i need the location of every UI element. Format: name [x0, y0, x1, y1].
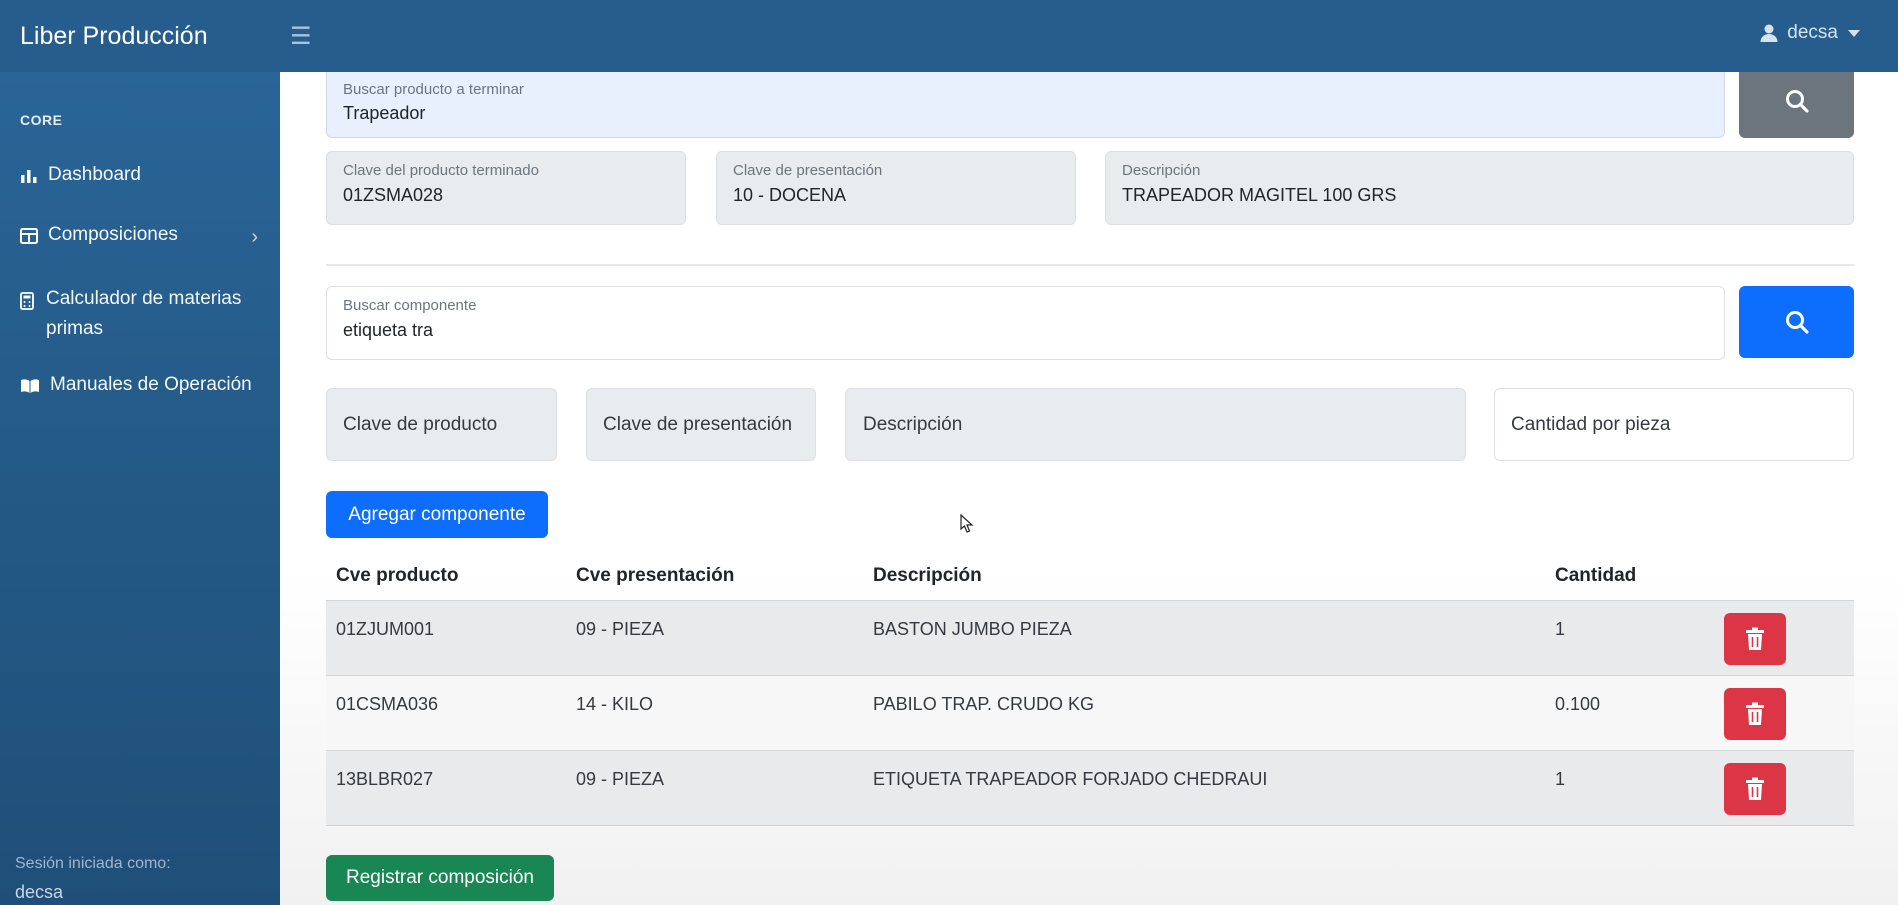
component-cantidad-placeholder: Cantidad por pieza	[1511, 413, 1671, 435]
product-search-field[interactable]: Buscar producto a terminar Trapeador	[326, 72, 1725, 138]
sidebar-item-manuales[interactable]: Manuales de Operación	[0, 374, 280, 396]
sidebar-item-composiciones[interactable]: Composiciones ›	[0, 224, 280, 248]
product-presentacion-label: Clave de presentación	[733, 162, 883, 179]
column-header-cantidad: Cantidad	[1555, 564, 1637, 586]
mouse-cursor-icon	[960, 514, 974, 533]
sidebar-item-dashboard[interactable]: Dashboard	[0, 164, 280, 186]
calculator-icon	[20, 292, 34, 310]
product-clave-value: 01ZSMA028	[343, 185, 444, 205]
component-cantidad-input[interactable]: Cantidad por pieza	[1494, 388, 1854, 461]
component-search-field[interactable]: Buscar componente etiqueta tra	[326, 286, 1725, 360]
section-divider	[326, 264, 1854, 266]
cell-actions	[1714, 599, 1854, 675]
product-descripcion-field: Descripción TRAPEADOR MAGITEL 100 GRS	[1105, 151, 1854, 225]
sidebar-item-calculador[interactable]: Calculador de materias primas	[0, 284, 280, 344]
column-header-cve-producto: Cve producto	[336, 564, 459, 586]
delete-button[interactable]	[1724, 762, 1786, 815]
cell-cve-producto: 01CSMA036	[326, 674, 566, 750]
user-menu[interactable]: decsa	[1759, 22, 1860, 44]
session-label: Sesión iniciada como:	[15, 855, 171, 872]
cell-cantidad: 1	[1545, 599, 1714, 675]
sidebar-item-label: Composiciones	[48, 224, 178, 245]
table-row: 01ZJUM001 09 - PIEZA BASTON JUMBO PIEZA …	[326, 599, 1854, 675]
cell-cve-presentacion: 14 - KILO	[566, 674, 863, 750]
table-row: 13BLBR027 09 - PIEZA ETIQUETA TRAPEADOR …	[326, 749, 1854, 826]
cell-descripcion: BASTON JUMBO PIEZA	[863, 599, 1545, 675]
register-composition-button[interactable]: Registrar composición	[326, 855, 554, 901]
user-name: decsa	[1787, 22, 1838, 43]
column-header-cve-presentacion: Cve presentación	[576, 564, 735, 586]
cell-descripcion: ETIQUETA TRAPEADOR FORJADO CHEDRAUI	[863, 749, 1545, 826]
sidebar: CORE Dashboard Composiciones › Calculado…	[0, 72, 280, 905]
product-clave-label: Clave del producto terminado	[343, 162, 539, 179]
columns-icon	[20, 228, 38, 244]
chevron-right-icon: ›	[251, 226, 258, 248]
components-table: Cve producto Cve presentación Descripció…	[326, 552, 1854, 826]
trash-icon	[1746, 702, 1764, 725]
product-clave-field: Clave del producto terminado 01ZSMA028	[326, 151, 686, 225]
product-descripcion-label: Descripción	[1122, 162, 1201, 179]
sidebar-toggle-icon[interactable]: ☰	[290, 22, 312, 51]
session-user: decsa	[15, 882, 64, 902]
search-icon	[1785, 311, 1809, 334]
cell-cantidad: 0.100	[1545, 674, 1714, 750]
sidebar-item-label: Manuales de Operación	[50, 374, 252, 395]
product-search-button[interactable]	[1739, 72, 1854, 138]
delete-button[interactable]	[1724, 687, 1786, 740]
component-search-label: Buscar componente	[343, 297, 477, 314]
cell-cve-presentacion: 09 - PIEZA	[566, 599, 863, 675]
table-row: 01CSMA036 14 - KILO PABILO TRAP. CRUDO K…	[326, 674, 1854, 750]
component-clave-field: Clave de producto	[326, 388, 557, 461]
trash-icon	[1746, 627, 1764, 650]
cell-actions	[1714, 674, 1854, 750]
component-descripcion-label: Descripción	[863, 413, 963, 435]
delete-button[interactable]	[1724, 612, 1786, 665]
cell-cve-presentacion: 09 - PIEZA	[566, 749, 863, 826]
cell-cantidad: 1	[1545, 749, 1714, 826]
add-component-button[interactable]: Agregar componente	[326, 491, 548, 538]
user-icon	[1760, 24, 1778, 42]
product-presentacion-value: 10 - DOCENA	[733, 185, 847, 205]
table-header-row: Cve producto Cve presentación Descripció…	[326, 552, 1854, 600]
trash-icon	[1746, 777, 1764, 800]
component-presentacion-label: Clave de presentación	[603, 413, 793, 435]
product-descripcion-value: TRAPEADOR MAGITEL 100 GRS	[1122, 185, 1397, 205]
bar-chart-icon	[21, 170, 37, 183]
component-search-value: etiqueta tra	[343, 320, 434, 340]
component-descripcion-field: Descripción	[845, 388, 1466, 461]
search-icon	[1785, 90, 1809, 113]
cell-cve-producto: 01ZJUM001	[326, 599, 566, 675]
sidebar-heading: CORE	[20, 112, 63, 128]
cell-descripcion: PABILO TRAP. CRUDO KG	[863, 674, 1545, 750]
sidebar-item-label: Calculador de materias primas	[46, 288, 242, 339]
cell-cve-producto: 13BLBR027	[326, 749, 566, 826]
column-header-descripcion: Descripción	[873, 564, 982, 586]
component-presentacion-field: Clave de presentación	[586, 388, 816, 461]
app-title[interactable]: Liber Producción	[0, 22, 280, 51]
component-clave-label: Clave de producto	[343, 413, 498, 435]
sidebar-item-label: Dashboard	[48, 164, 141, 185]
cell-actions	[1714, 749, 1854, 826]
column-header-actions	[1714, 552, 1854, 600]
book-icon	[21, 379, 39, 393]
component-search-button[interactable]	[1739, 286, 1854, 358]
product-presentacion-field: Clave de presentación 10 - DOCENA	[716, 151, 1076, 225]
product-search-label: Buscar producto a terminar	[343, 81, 524, 98]
top-navbar: Liber Producción ☰ decsa	[0, 0, 1898, 72]
main-content: Buscar producto a terminar Trapeador Cla…	[280, 72, 1898, 905]
caret-down-icon	[1848, 29, 1860, 37]
product-search-value: Trapeador	[343, 103, 426, 123]
